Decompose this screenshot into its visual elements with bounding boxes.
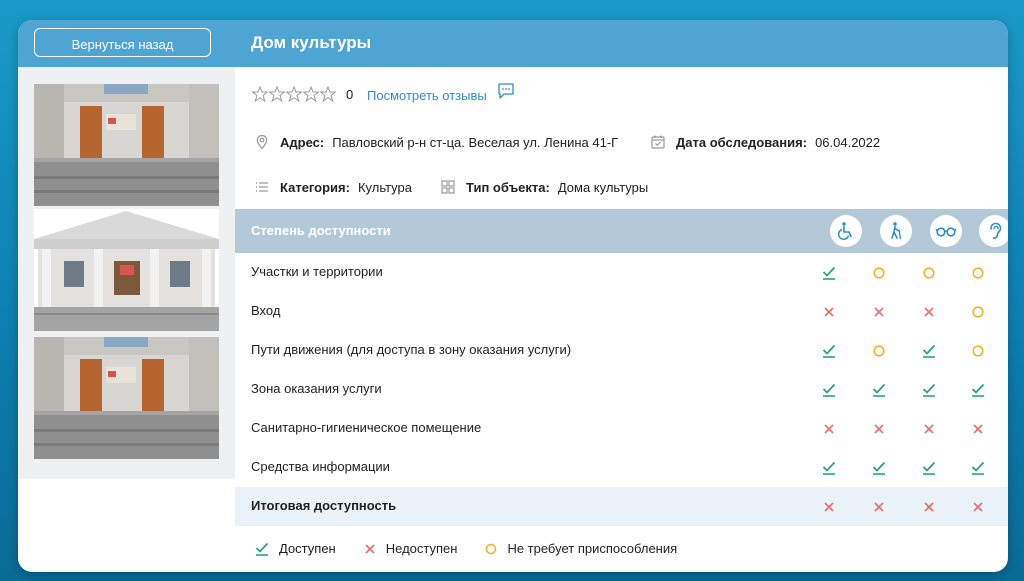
cross-icon — [924, 502, 934, 512]
check-icon — [822, 461, 836, 475]
star-icon[interactable] — [252, 86, 268, 102]
circle-icon — [972, 267, 984, 279]
legend-unavailable-label: Недоступен — [385, 541, 458, 556]
legend-item-unavailable: Недоступен — [364, 541, 458, 556]
table-header-label: Степень доступности — [251, 223, 391, 238]
header-bar: Вернуться назад Дом культуры — [18, 20, 1008, 67]
category-label: Категория: — [280, 179, 350, 195]
total-accessibility-row: Итоговая доступность — [235, 487, 1008, 526]
survey-date-row: Дата обследования: 06.04.2022 — [650, 132, 880, 152]
grid-icon — [441, 180, 455, 194]
location-pin-icon — [256, 134, 268, 150]
total-accessibility-label: Итоговая доступность — [251, 498, 397, 513]
circle-icon — [972, 306, 984, 318]
address-value: Павловский р-н ст-ца. Веселая ул. Ленина… — [332, 134, 619, 150]
cross-icon — [824, 307, 834, 317]
rating-count: 0 — [346, 86, 354, 102]
survey-date-label: Дата обследования: — [676, 134, 808, 150]
cross-icon — [365, 543, 375, 554]
check-icon — [872, 461, 886, 475]
facility-photo-entrance-2[interactable] — [34, 337, 219, 459]
star-icon[interactable] — [303, 86, 319, 102]
table-header: Степень доступности — [235, 209, 1008, 253]
row-label: Участки и территории — [251, 264, 383, 279]
row-label: Зона оказания услуги — [251, 381, 382, 396]
legend-not-required-label: Не требует приспособления — [507, 541, 678, 556]
check-icon — [922, 461, 936, 475]
ear-icon[interactable] — [979, 215, 1008, 247]
check-icon — [255, 542, 269, 556]
object-type-label: Тип объекта: — [466, 179, 550, 195]
row-label: Вход — [251, 303, 281, 318]
cross-icon — [874, 307, 884, 317]
legend-item-not-required: Не требует приспособления — [485, 541, 677, 556]
object-type-row: Тип объекта: Дома культуры — [440, 177, 648, 197]
facility-card: Вернуться назад Дом культуры 0 Посмотрет… — [18, 20, 1008, 572]
facility-photo-building[interactable] — [34, 209, 219, 331]
cross-icon — [973, 424, 983, 434]
check-icon — [822, 344, 836, 358]
star-icon[interactable] — [320, 86, 336, 102]
check-icon — [922, 383, 936, 397]
survey-date-value: 06.04.2022 — [815, 134, 881, 150]
check-icon — [971, 461, 985, 475]
table-row: Средства информации — [235, 448, 1008, 487]
page-title: Дом культуры — [251, 33, 372, 52]
cross-icon — [824, 502, 834, 512]
legend-item-available: Доступен — [255, 541, 336, 556]
glasses-icon[interactable] — [930, 215, 962, 247]
cross-icon — [924, 307, 934, 317]
category-value: Культура — [357, 179, 412, 195]
list-icon — [256, 182, 268, 192]
legend: Доступен Недоступен Не требует приспособ… — [255, 541, 705, 556]
circle-icon — [972, 345, 984, 357]
chat-bubble-icon[interactable] — [497, 82, 515, 100]
row-label: Средства информации — [251, 459, 390, 474]
row-label: Пути движения (для доступа в зону оказан… — [251, 342, 572, 357]
table-row: Вход — [235, 292, 1008, 331]
walking-cane-icon[interactable] — [880, 215, 912, 247]
check-icon — [822, 266, 836, 280]
object-type-value: Дома культуры — [557, 179, 649, 195]
rating-stars[interactable]: 0 — [252, 84, 353, 104]
check-icon — [822, 383, 836, 397]
table-body: Участки и территории Вход Пути движения (д… — [235, 253, 1008, 526]
row-label: Санитарно-гигиеническое помещение — [251, 420, 482, 435]
star-icon[interactable] — [269, 86, 285, 102]
circle-icon — [873, 345, 885, 357]
cross-icon — [924, 424, 934, 434]
legend-available-label: Доступен — [279, 541, 336, 556]
cross-icon — [973, 502, 983, 512]
table-row: Зона оказания услуги — [235, 370, 1008, 409]
cross-icon — [824, 424, 834, 434]
wheelchair-icon[interactable] — [830, 215, 862, 247]
facility-photo-entrance[interactable] — [34, 84, 219, 206]
view-reviews-link[interactable]: Посмотреть отзывы — [367, 88, 487, 103]
circle-icon — [873, 267, 885, 279]
table-row: Пути движения (для доступа в зону оказан… — [235, 331, 1008, 370]
cross-icon — [874, 424, 884, 434]
cross-icon — [874, 502, 884, 512]
category-row: Категория: Культура — [254, 177, 412, 197]
address-row: Адрес: Павловский р-н ст-ца. Веселая ул.… — [254, 132, 618, 152]
accessibility-table: Степень доступности Участки и территории… — [235, 209, 1008, 526]
table-row: Участки и территории — [235, 253, 1008, 292]
circle-icon — [486, 543, 497, 554]
check-icon — [922, 344, 936, 358]
photo-gallery — [18, 67, 235, 479]
circle-icon — [923, 267, 935, 279]
star-icon[interactable] — [286, 86, 302, 102]
calendar-icon — [651, 135, 665, 149]
table-row: Санитарно-гигиеническое помещение — [235, 409, 1008, 448]
address-label: Адрес: — [280, 134, 325, 150]
check-icon — [971, 383, 985, 397]
back-button[interactable]: Вернуться назад — [34, 28, 211, 57]
check-icon — [872, 383, 886, 397]
